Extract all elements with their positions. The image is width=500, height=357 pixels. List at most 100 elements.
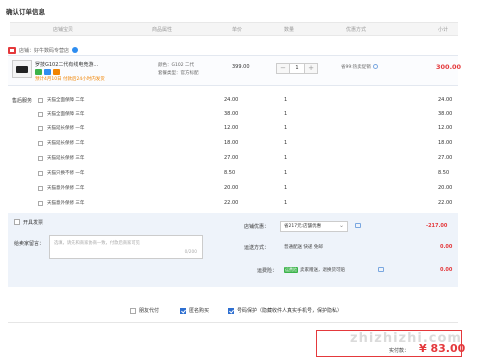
service-checkbox[interactable] xyxy=(38,171,43,176)
service-name: 天猫延长保修 一年 xyxy=(47,126,85,131)
service-checkbox[interactable] xyxy=(38,126,43,131)
watermark: zhizhizhi.com xyxy=(350,331,462,346)
message-textarea[interactable]: 选填，请先和商家协商一致，付款后商家可见 0/200 xyxy=(49,235,203,259)
increase-button[interactable]: + xyxy=(305,64,317,73)
service-qty: 1 xyxy=(284,97,288,103)
service-checkbox[interactable] xyxy=(38,141,43,146)
divider xyxy=(8,322,458,323)
shop-name[interactable]: 店铺：好牛数码专营店 xyxy=(19,47,69,54)
promo-info: 省99:热卖促销 xyxy=(341,64,378,70)
service-price: 38.00 xyxy=(224,111,239,117)
badge-icon xyxy=(44,69,51,75)
service-subtotal: 22.00 xyxy=(438,200,453,206)
message-label: 给卖家留言： xyxy=(14,241,45,247)
service-row: 天猫全面保障 二年 24.00 1 24.00 xyxy=(38,94,458,108)
service-row: 天猫意外保修 二年 20.00 1 20.00 xyxy=(38,182,458,196)
service-price: 20.00 xyxy=(224,185,239,191)
invoice-checkbox[interactable] xyxy=(14,219,20,225)
order-options-panel: 开具发票 给卖家留言： 选填，请先和商家协商一致，付款后商家可见 0/200 店… xyxy=(8,213,458,287)
service-price: 27.00 xyxy=(224,155,239,161)
badge-icon xyxy=(35,69,42,75)
privacy-label: 号码保护（隐藏收件人真实手机号，保护隐私） xyxy=(237,308,343,314)
service-label: 售后服务 xyxy=(12,98,33,104)
service-qty: 1 xyxy=(284,140,288,146)
privacy-option[interactable]: 号码保护（隐藏收件人真实手机号，保护隐私） xyxy=(228,307,342,314)
service-subtotal: 27.00 xyxy=(438,155,453,161)
coupon-amount: -217.00 xyxy=(426,223,448,229)
service-name: 天猫延长保修 二年 xyxy=(47,141,85,146)
shop-icon xyxy=(8,46,16,54)
service-checkbox[interactable] xyxy=(38,201,43,206)
service-name: 天猫只换不修 一年 xyxy=(47,171,85,176)
coupon-select[interactable]: 省217元:店舗优惠 xyxy=(280,221,348,232)
col-header-qty: 数量 xyxy=(284,27,295,33)
info-icon[interactable] xyxy=(372,64,378,69)
service-price: 22.00 xyxy=(224,200,239,206)
service-row: 天猫全面保障 三年 38.00 1 38.00 xyxy=(38,108,458,122)
promo-text: 省99:热卖促销 xyxy=(341,65,371,70)
anonymous-option[interactable]: 匿名购买 xyxy=(180,307,209,314)
service-qty: 1 xyxy=(284,125,288,131)
service-checkbox[interactable] xyxy=(38,112,43,117)
service-row: 天猫延长保修 三年 27.00 1 27.00 xyxy=(38,152,458,166)
shipping-method: 普通配送 快递 免邮 xyxy=(284,245,323,250)
quantity-stepper: − 1 + xyxy=(276,63,318,74)
col-header-item: 店铺宝贝 xyxy=(53,27,74,33)
col-header-subtotal: 小计 xyxy=(438,27,449,33)
service-name: 天猫全面保障 三年 xyxy=(47,112,85,117)
service-name: 天猫全面保障 二年 xyxy=(47,98,85,103)
service-subtotal: 18.00 xyxy=(438,140,453,146)
product-name[interactable]: 罗技G102二代有线电竞游... xyxy=(35,61,98,68)
privacy-checkbox[interactable] xyxy=(228,307,234,314)
freight-insurance-text: 卖家赠送，退换货可赔 xyxy=(300,268,345,273)
message-placeholder: 选填，请先和商家协商一致，付款后商家可见 xyxy=(54,241,140,246)
freight-insurance-info: 运费险 卖家赠送，退换货可赔 xyxy=(284,267,345,273)
friend-pay-checkbox[interactable] xyxy=(130,307,136,314)
col-header-promo: 优惠方式 xyxy=(346,27,367,33)
delivery-note: 预计4月10日 付款后24小时内发货 xyxy=(35,77,105,82)
service-subtotal: 12.00 xyxy=(438,125,453,131)
anonymous-checkbox[interactable] xyxy=(180,307,186,314)
service-subtotal: 8.50 xyxy=(438,170,450,176)
order-confirm-page: 确认订单信息 店铺宝贝 商品属性 单价 数量 优惠方式 小计 店铺：好牛数码专营… xyxy=(0,0,500,357)
item-subtotal: 300.00 xyxy=(436,63,462,71)
service-subtotal: 38.00 xyxy=(438,111,453,117)
shipping-amount: 0.00 xyxy=(440,244,453,250)
service-row: 天猫意外保修 三年 22.00 1 22.00 xyxy=(38,197,458,211)
message-char-count: 0/200 xyxy=(184,250,197,255)
shipping-label: 运送方式： xyxy=(244,245,270,251)
service-qty: 1 xyxy=(284,155,288,161)
service-qty: 1 xyxy=(284,185,288,191)
service-subtotal: 20.00 xyxy=(438,185,453,191)
chat-icon[interactable] xyxy=(72,47,79,53)
freight-insurance-label: 运费险： xyxy=(257,268,278,274)
service-name: 天猫意外保修 二年 xyxy=(47,186,85,191)
service-qty: 1 xyxy=(284,111,288,117)
service-checkbox[interactable] xyxy=(38,186,43,191)
service-price: 24.00 xyxy=(224,97,239,103)
friend-pay-label: 朋友代付 xyxy=(139,308,160,314)
unit-price: 399.00 xyxy=(232,64,250,70)
col-header-price: 单价 xyxy=(232,27,243,33)
decrease-button[interactable]: − xyxy=(277,64,289,73)
service-checkbox[interactable] xyxy=(38,98,43,103)
service-qty: 1 xyxy=(284,200,288,206)
quantity-input[interactable]: 1 xyxy=(289,64,305,73)
coupon-label: 店铺优惠： xyxy=(244,224,270,230)
anonymous-label: 匿名购买 xyxy=(189,308,210,314)
chat-bubble-icon[interactable] xyxy=(355,223,361,228)
friend-pay-option[interactable]: 朋友代付 xyxy=(130,307,159,314)
service-qty: 1 xyxy=(284,170,288,176)
service-row: 天猫只换不修 一年 8.50 1 8.50 xyxy=(38,167,458,181)
col-header-attr: 商品属性 xyxy=(152,27,173,33)
product-thumbnail[interactable] xyxy=(12,60,32,78)
product-badges xyxy=(35,69,60,75)
service-checkbox[interactable] xyxy=(38,156,43,161)
service-price: 18.00 xyxy=(224,140,239,146)
product-attr-kit: 套餐类型：官方标配 xyxy=(158,71,199,76)
invoice-label: 开具发票 xyxy=(23,220,44,226)
chat-bubble-icon[interactable] xyxy=(378,267,384,272)
service-name: 天猫意外保修 三年 xyxy=(47,201,85,206)
freight-insurance-tag: 运费险 xyxy=(284,267,298,273)
shop-row: 店铺：好牛数码专营店 xyxy=(8,45,79,55)
